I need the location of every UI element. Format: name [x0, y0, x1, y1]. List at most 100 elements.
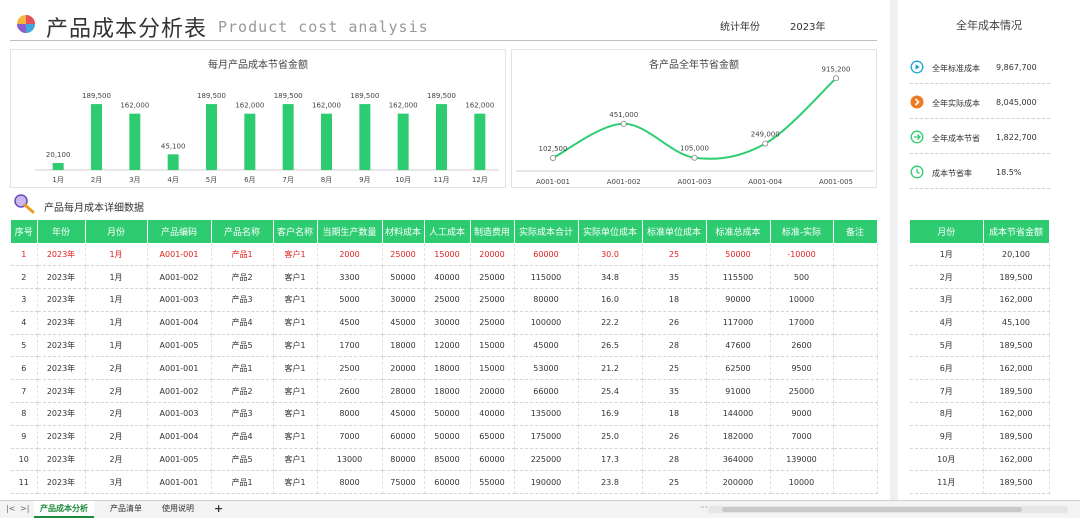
bar[interactable]: [167, 154, 179, 170]
table-cell[interactable]: [833, 334, 878, 358]
table-cell[interactable]: 117000: [706, 311, 771, 335]
table-cell[interactable]: 175000: [514, 425, 579, 449]
summary-row[interactable]: 7月 189,500: [910, 379, 1050, 404]
summary-cell[interactable]: 9月: [910, 425, 984, 449]
table-cell[interactable]: 115000: [514, 265, 579, 290]
table-cell[interactable]: 18000: [424, 379, 471, 404]
table-cell[interactable]: 30.0: [578, 243, 643, 267]
table-cell[interactable]: 65000: [470, 425, 515, 449]
table-row[interactable]: 7 2023年 2月 A001-002 产品2 客户1 2600 28000 18000 2000…: [11, 379, 878, 404]
summary-cell[interactable]: 6月: [910, 356, 984, 381]
table-cell[interactable]: 7000: [770, 425, 834, 449]
table-cell[interactable]: [833, 243, 878, 267]
table-cell[interactable]: 9500: [770, 356, 834, 381]
table-cell[interactable]: 2月: [85, 425, 148, 449]
bar[interactable]: [244, 113, 256, 170]
table-cell[interactable]: 客户1: [273, 470, 318, 495]
table-cell[interactable]: A001-003: [147, 402, 212, 426]
table-cell[interactable]: A001-002: [147, 265, 212, 290]
column-header[interactable]: 月份: [85, 220, 148, 243]
bar[interactable]: [359, 104, 371, 170]
table-cell[interactable]: 客户1: [273, 334, 318, 358]
column-header[interactable]: 年份: [37, 220, 86, 243]
scrollbar-thumb[interactable]: [722, 507, 1022, 512]
table-cell[interactable]: 26.5: [578, 334, 643, 358]
table-cell[interactable]: 1月: [85, 243, 148, 267]
table-cell[interactable]: 产品5: [211, 334, 274, 358]
table-cell[interactable]: 182000: [706, 425, 771, 449]
table-cell[interactable]: 3月: [85, 470, 148, 495]
table-cell[interactable]: 17000: [770, 311, 834, 335]
table-cell[interactable]: 1月: [85, 288, 148, 312]
table-cell[interactable]: 2023年: [37, 288, 86, 312]
table-cell[interactable]: 200000: [706, 470, 771, 495]
column-header[interactable]: 人工成本: [424, 220, 471, 243]
table-cell[interactable]: 45000: [382, 311, 425, 335]
table-cell[interactable]: 2500: [317, 356, 383, 381]
data-point[interactable]: [832, 75, 839, 82]
table-cell[interactable]: 25000: [382, 243, 425, 267]
table-cell[interactable]: 45000: [382, 402, 425, 426]
table-cell[interactable]: 75000: [382, 470, 425, 495]
column-header[interactable]: 标准-实际: [770, 220, 834, 243]
summary-cell[interactable]: 11月: [910, 470, 984, 495]
table-cell[interactable]: 8000: [317, 402, 383, 426]
bar[interactable]: [282, 104, 294, 170]
table-row[interactable]: 8 2023年 2月 A001-003 产品3 客户1 8000 45000 50000 4000…: [11, 402, 878, 426]
table-cell[interactable]: 50000: [706, 243, 771, 267]
table-row[interactable]: 4 2023年 1月 A001-004 产品4 客户1 4500 45000 30000 2500…: [11, 311, 878, 335]
table-cell[interactable]: 2月: [85, 402, 148, 426]
last-sheet-button[interactable]: >|: [20, 504, 29, 513]
table-cell[interactable]: 20000: [470, 379, 515, 404]
summary-cell[interactable]: 5月: [910, 334, 984, 358]
sheet-tab[interactable]: 产品成本分析: [34, 501, 94, 518]
table-cell[interactable]: [833, 288, 878, 312]
table-cell[interactable]: 9: [11, 425, 38, 449]
table-cell[interactable]: [833, 425, 878, 449]
table-cell[interactable]: 客户1: [273, 265, 318, 290]
summary-row[interactable]: 11月 189,500: [910, 470, 1050, 495]
table-cell[interactable]: 3: [11, 288, 38, 312]
table-cell[interactable]: 2月: [85, 356, 148, 381]
table-cell[interactable]: 2023年: [37, 379, 86, 404]
table-cell[interactable]: 66000: [514, 379, 579, 404]
summary-cell[interactable]: 162,000: [983, 402, 1050, 426]
table-cell[interactable]: 18: [642, 288, 707, 312]
data-point[interactable]: [620, 120, 627, 127]
table-cell[interactable]: 产品2: [211, 379, 274, 404]
table-cell[interactable]: 客户1: [273, 425, 318, 449]
summary-cell[interactable]: 189,500: [983, 379, 1050, 404]
data-point[interactable]: [550, 154, 557, 161]
horizontal-scrollbar[interactable]: [708, 506, 1068, 513]
table-cell[interactable]: 1700: [317, 334, 383, 358]
table-cell[interactable]: 90000: [706, 288, 771, 312]
table-cell[interactable]: 80000: [382, 448, 425, 472]
summary-cell[interactable]: 162,000: [983, 356, 1050, 381]
summary-row[interactable]: 5月 189,500: [910, 334, 1050, 358]
table-cell[interactable]: 40000: [424, 265, 471, 290]
table-cell[interactable]: 17.3: [578, 448, 643, 472]
table-cell[interactable]: 25000: [424, 288, 471, 312]
table-cell[interactable]: 26: [642, 425, 707, 449]
summary-row[interactable]: 4月 45,100: [910, 311, 1050, 335]
column-header[interactable]: 标准单位成本: [642, 220, 707, 243]
table-cell[interactable]: 2023年: [37, 243, 86, 267]
summary-row[interactable]: 9月 189,500: [910, 425, 1050, 449]
table-cell[interactable]: 22.2: [578, 311, 643, 335]
table-cell[interactable]: 1月: [85, 311, 148, 335]
table-cell[interactable]: 25000: [470, 311, 515, 335]
table-cell[interactable]: 139000: [770, 448, 834, 472]
table-cell[interactable]: 225000: [514, 448, 579, 472]
summary-column-header[interactable]: 月份: [910, 220, 984, 243]
table-cell[interactable]: 15000: [424, 243, 471, 267]
table-cell[interactable]: [833, 470, 878, 495]
bar[interactable]: [397, 113, 409, 170]
table-cell[interactable]: 7000: [317, 425, 383, 449]
table-cell[interactable]: 客户1: [273, 448, 318, 472]
table-cell[interactable]: 2023年: [37, 402, 86, 426]
table-cell[interactable]: 产品5: [211, 448, 274, 472]
table-cell[interactable]: 2600: [317, 379, 383, 404]
bar[interactable]: [129, 113, 141, 170]
table-cell[interactable]: 47600: [706, 334, 771, 358]
table-cell[interactable]: 2023年: [37, 470, 86, 495]
